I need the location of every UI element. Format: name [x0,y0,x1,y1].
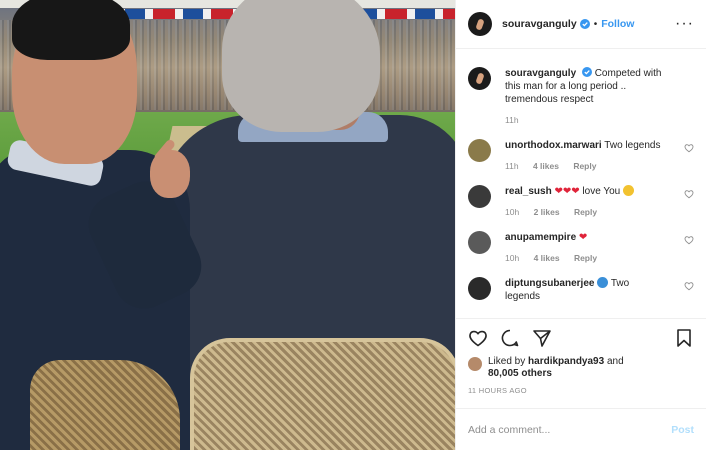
commenter-avatar[interactable] [468,231,491,254]
likes-and: and [606,356,624,367]
likes-prefix: Liked by [488,356,526,367]
comment-username[interactable]: real_sush [505,186,552,197]
like-comment-heart-icon[interactable] [684,281,694,291]
comment-time[interactable]: 10h [505,207,519,217]
add-comment-bar: Add a comment... Post [456,408,706,450]
comment-time[interactable]: 10h [505,253,519,263]
comment-text: Two legends [604,140,661,151]
comments-list[interactable]: souravganguly Competed with this man for… [456,49,706,318]
post-actions-bar [456,318,706,356]
follow-button[interactable]: Follow [601,18,634,30]
save-bookmark-icon[interactable] [674,328,694,348]
likes-others-count[interactable]: 80,005 others [488,368,552,379]
like-comment-heart-icon[interactable] [684,143,694,153]
comment-item: anupamempire ❤ 10h 4 likes Reply [468,231,694,263]
author-avatar[interactable] [468,12,492,36]
add-comment-input[interactable]: Add a comment... [468,424,671,436]
comment-username[interactable]: diptungsubanerjee [505,278,594,289]
comment-likes[interactable]: 4 likes [533,161,559,171]
like-comment-heart-icon[interactable] [684,189,694,199]
comment-item: real_sush ❤❤❤ love You 10h 2 likes Reply [468,185,694,217]
commenter-avatar[interactable] [468,277,491,300]
photo-man-right-head [222,0,380,132]
liker-avatar[interactable] [468,357,482,371]
more-options-icon[interactable]: ··· [675,16,694,32]
comment-item: unorthodox.marwari Two legends 11h 4 lik… [468,139,694,171]
verified-badge-icon [579,19,590,29]
comment-username[interactable]: anupamempire [505,232,576,243]
reply-button[interactable]: Reply [573,161,596,171]
photo-wicker-chair-left [30,360,180,450]
author-username[interactable]: souravganguly [502,18,577,30]
photo-wicker-chair-right [190,338,455,450]
post-timestamp[interactable]: 11 HOURS AGO [456,380,706,400]
comment-text: Two [610,278,630,289]
comment-text: love You [582,186,621,197]
kiss-face-emoji-icon [623,185,635,196]
comment-text-line2: legends [505,291,541,302]
like-comment-heart-icon[interactable] [684,235,694,245]
liker-username[interactable]: hardikpandya93 [528,356,604,367]
header-separator: • [593,18,598,30]
commenter-avatar[interactable] [468,185,491,208]
likes-summary: Liked by hardikpandya93 and 80,005 other… [456,356,706,380]
heart-emoji-icon: ❤❤❤ [554,186,580,197]
comment-bubble-icon[interactable] [500,328,520,348]
post-side-panel: souravganguly • Follow ··· souravganguly [455,0,706,450]
reply-button[interactable]: Reply [574,253,597,263]
caption-avatar[interactable] [468,67,491,90]
verified-badge-icon [581,67,592,77]
comment-time[interactable]: 11h [505,161,519,171]
caption-item: souravganguly Competed with this man for… [468,67,694,125]
emoji-icon [597,277,609,288]
photo-man-left-hair [12,0,130,60]
post-photo[interactable] [0,0,455,450]
instagram-post: souravganguly • Follow ··· souravganguly [0,0,706,450]
reply-button[interactable]: Reply [574,207,597,217]
comment-username[interactable]: unorthodox.marwari [505,140,602,151]
caption-username[interactable]: souravganguly [505,68,576,79]
comment-item: diptungsubanerjee Two legends [468,277,694,303]
post-header: souravganguly • Follow ··· [456,0,706,49]
comment-likes[interactable]: 2 likes [534,207,560,217]
share-paper-plane-icon[interactable] [532,328,552,348]
heart-emoji-icon: ❤ [578,232,588,243]
like-heart-icon[interactable] [468,328,488,348]
commenter-avatar[interactable] [468,139,491,162]
comment-likes[interactable]: 4 likes [534,253,560,263]
caption-time[interactable]: 11h [505,115,519,125]
post-comment-button[interactable]: Post [671,424,694,436]
